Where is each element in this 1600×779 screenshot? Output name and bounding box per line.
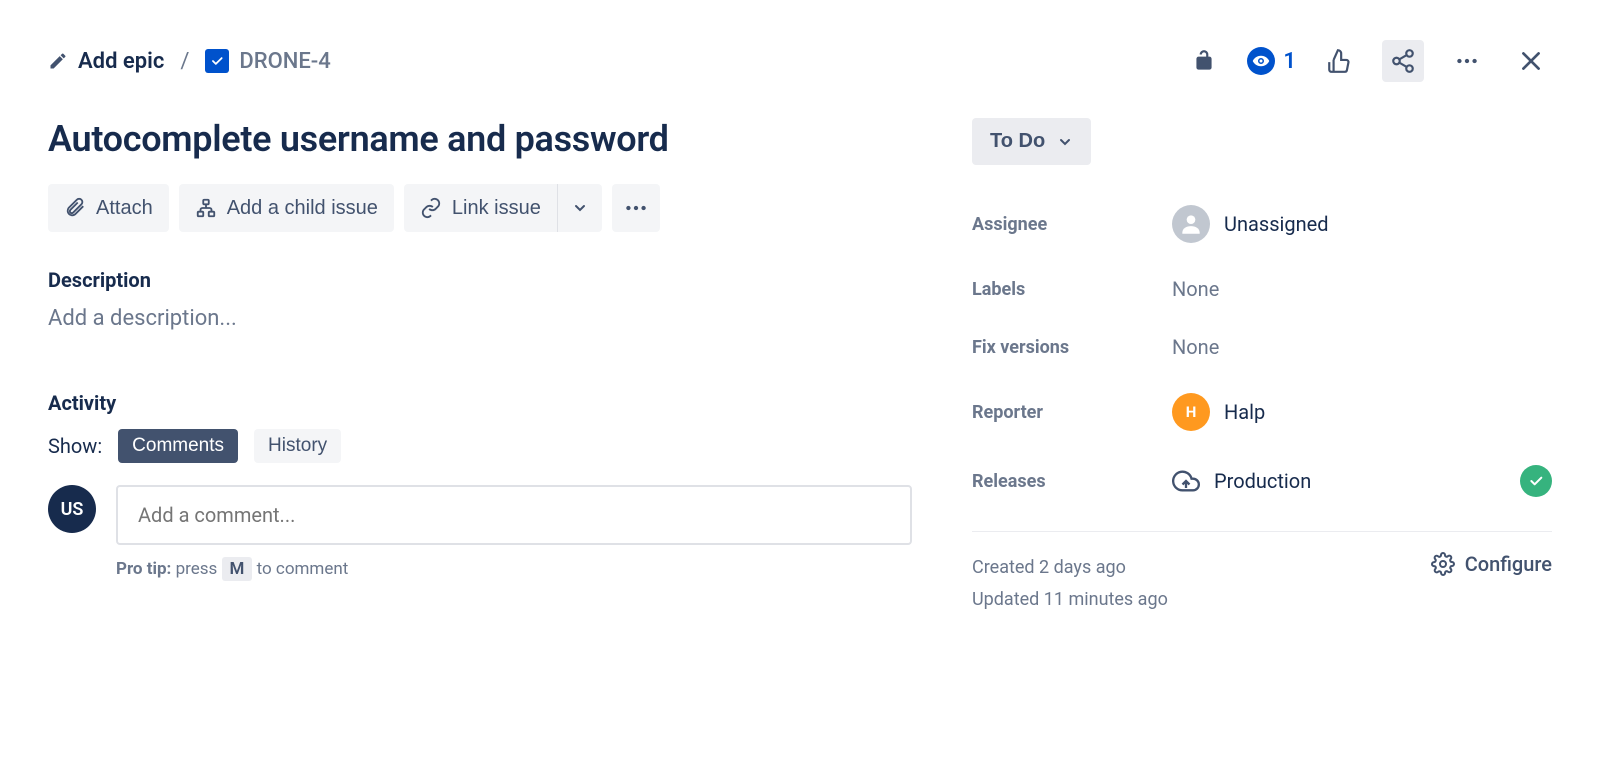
configure-label: Configure (1465, 552, 1552, 576)
like-button[interactable] (1318, 40, 1360, 82)
configure-button[interactable]: Configure (1431, 552, 1552, 576)
reporter-value: Halp (1224, 400, 1265, 424)
activity-heading: Activity (48, 391, 912, 415)
watch-count: 1 (1283, 49, 1296, 74)
status-label: To Do (990, 130, 1045, 153)
fix-versions-value: None (1172, 335, 1219, 359)
comment-input[interactable] (116, 485, 912, 545)
key-badge: M (222, 557, 253, 581)
chevron-down-icon (572, 200, 588, 216)
link-icon (420, 197, 442, 219)
pro-tip-text: Pro tip: press M to comment (116, 559, 912, 579)
unlock-icon (1191, 48, 1217, 74)
issue-title[interactable]: Autocomplete username and password (48, 118, 912, 160)
assignee-label: Assignee (972, 214, 1172, 235)
timestamps: Created 2 days ago Updated 11 minutes ag… (972, 552, 1168, 617)
releases-value: Production (1214, 469, 1311, 493)
child-issue-icon (195, 197, 217, 219)
header-actions: 1 (1183, 40, 1552, 82)
tab-comments[interactable]: Comments (118, 429, 238, 463)
assignee-value: Unassigned (1224, 212, 1329, 236)
add-epic-label: Add epic (78, 49, 164, 74)
task-type-icon (205, 49, 229, 73)
lock-button[interactable] (1183, 40, 1225, 82)
release-icon (1172, 467, 1200, 495)
more-icon (623, 195, 649, 221)
labels-field[interactable]: None (1172, 277, 1552, 301)
release-status-icon (1520, 465, 1552, 497)
gear-icon (1431, 552, 1455, 576)
fix-versions-field[interactable]: None (1172, 335, 1552, 359)
issue-key-text: DRONE-4 (239, 49, 330, 74)
created-text: Created 2 days ago (972, 552, 1168, 584)
releases-field[interactable]: Production (1172, 465, 1552, 497)
fix-versions-label: Fix versions (972, 337, 1172, 358)
reporter-label: Reporter (972, 402, 1172, 423)
breadcrumb-separator: / (180, 49, 189, 74)
description-heading: Description (48, 268, 912, 292)
unassigned-avatar-icon (1172, 205, 1210, 243)
add-child-label: Add a child issue (227, 197, 378, 220)
link-issue-button[interactable]: Link issue (404, 184, 557, 232)
close-icon (1518, 48, 1544, 74)
assignee-field[interactable]: Unassigned (1172, 205, 1552, 243)
share-button[interactable] (1382, 40, 1424, 82)
watch-icon (1247, 47, 1275, 75)
more-issue-actions-button[interactable] (612, 184, 660, 232)
updated-text: Updated 11 minutes ago (972, 584, 1168, 616)
tab-history[interactable]: History (254, 429, 341, 463)
show-label: Show: (48, 434, 102, 458)
pencil-icon (48, 51, 68, 71)
labels-value: None (1172, 277, 1219, 301)
more-icon (1454, 48, 1480, 74)
attach-label: Attach (96, 197, 153, 220)
status-dropdown[interactable]: To Do (972, 118, 1091, 165)
share-icon (1390, 48, 1416, 74)
chevron-down-icon (1057, 134, 1073, 150)
reporter-avatar: H (1172, 393, 1210, 431)
add-epic-link[interactable]: Add epic (48, 49, 164, 74)
link-issue-label: Link issue (452, 197, 541, 220)
thumbs-up-icon (1326, 48, 1352, 74)
breadcrumb: Add epic / DRONE-4 (48, 49, 331, 74)
description-field[interactable]: Add a description... (48, 306, 912, 331)
watch-button[interactable]: 1 (1247, 47, 1296, 75)
add-child-issue-button[interactable]: Add a child issue (179, 184, 394, 232)
attachment-icon (64, 197, 86, 219)
link-issue-dropdown[interactable] (557, 184, 602, 232)
attach-button[interactable]: Attach (48, 184, 169, 232)
labels-label: Labels (972, 279, 1172, 300)
releases-label: Releases (972, 471, 1172, 492)
issue-key-link[interactable]: DRONE-4 (205, 49, 330, 74)
more-actions-button[interactable] (1446, 40, 1488, 82)
close-button[interactable] (1510, 40, 1552, 82)
divider (972, 531, 1552, 532)
user-avatar: US (48, 485, 96, 533)
reporter-field[interactable]: H Halp (1172, 393, 1552, 431)
